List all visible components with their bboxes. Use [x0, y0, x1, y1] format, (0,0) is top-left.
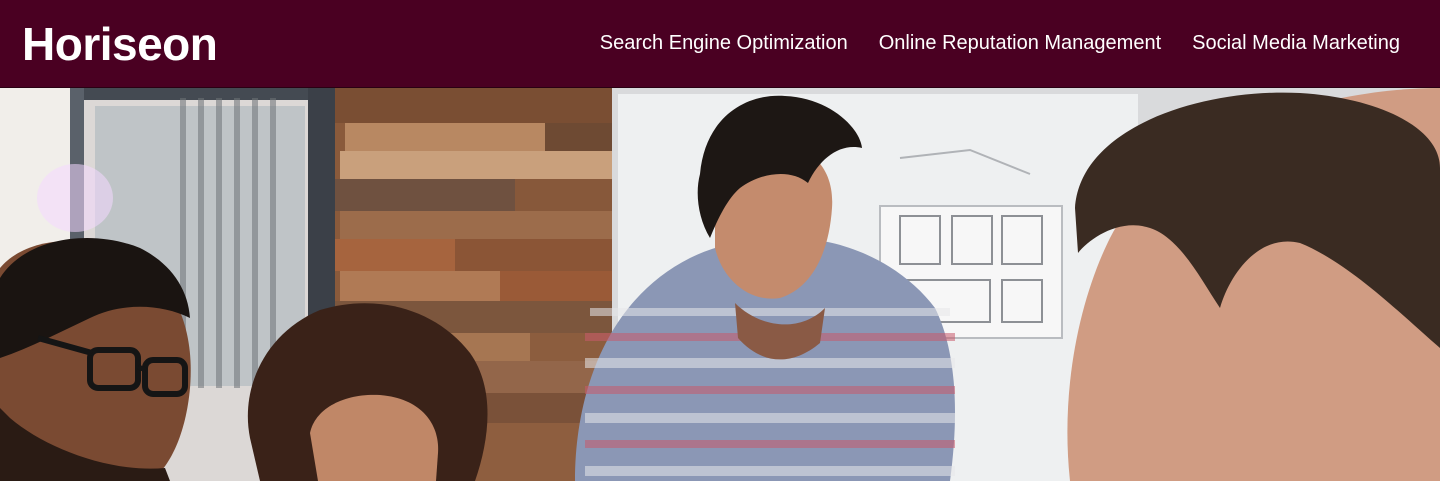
window-frame-top [70, 88, 340, 100]
nav-link-social[interactable]: Social Media Marketing [1192, 32, 1400, 55]
lens-flare [37, 164, 113, 232]
site-header: Horiseon Search Engine Optimization Onli… [0, 0, 1440, 88]
brand-logo[interactable]: Horiseon [22, 21, 218, 67]
hero-photo-illustration [0, 88, 1440, 481]
hero-image [0, 88, 1440, 481]
nav-link-seo[interactable]: Search Engine Optimization [600, 32, 848, 55]
main-nav: Search Engine Optimization Online Reputa… [569, 32, 1400, 55]
nav-link-reputation[interactable]: Online Reputation Management [879, 32, 1161, 55]
